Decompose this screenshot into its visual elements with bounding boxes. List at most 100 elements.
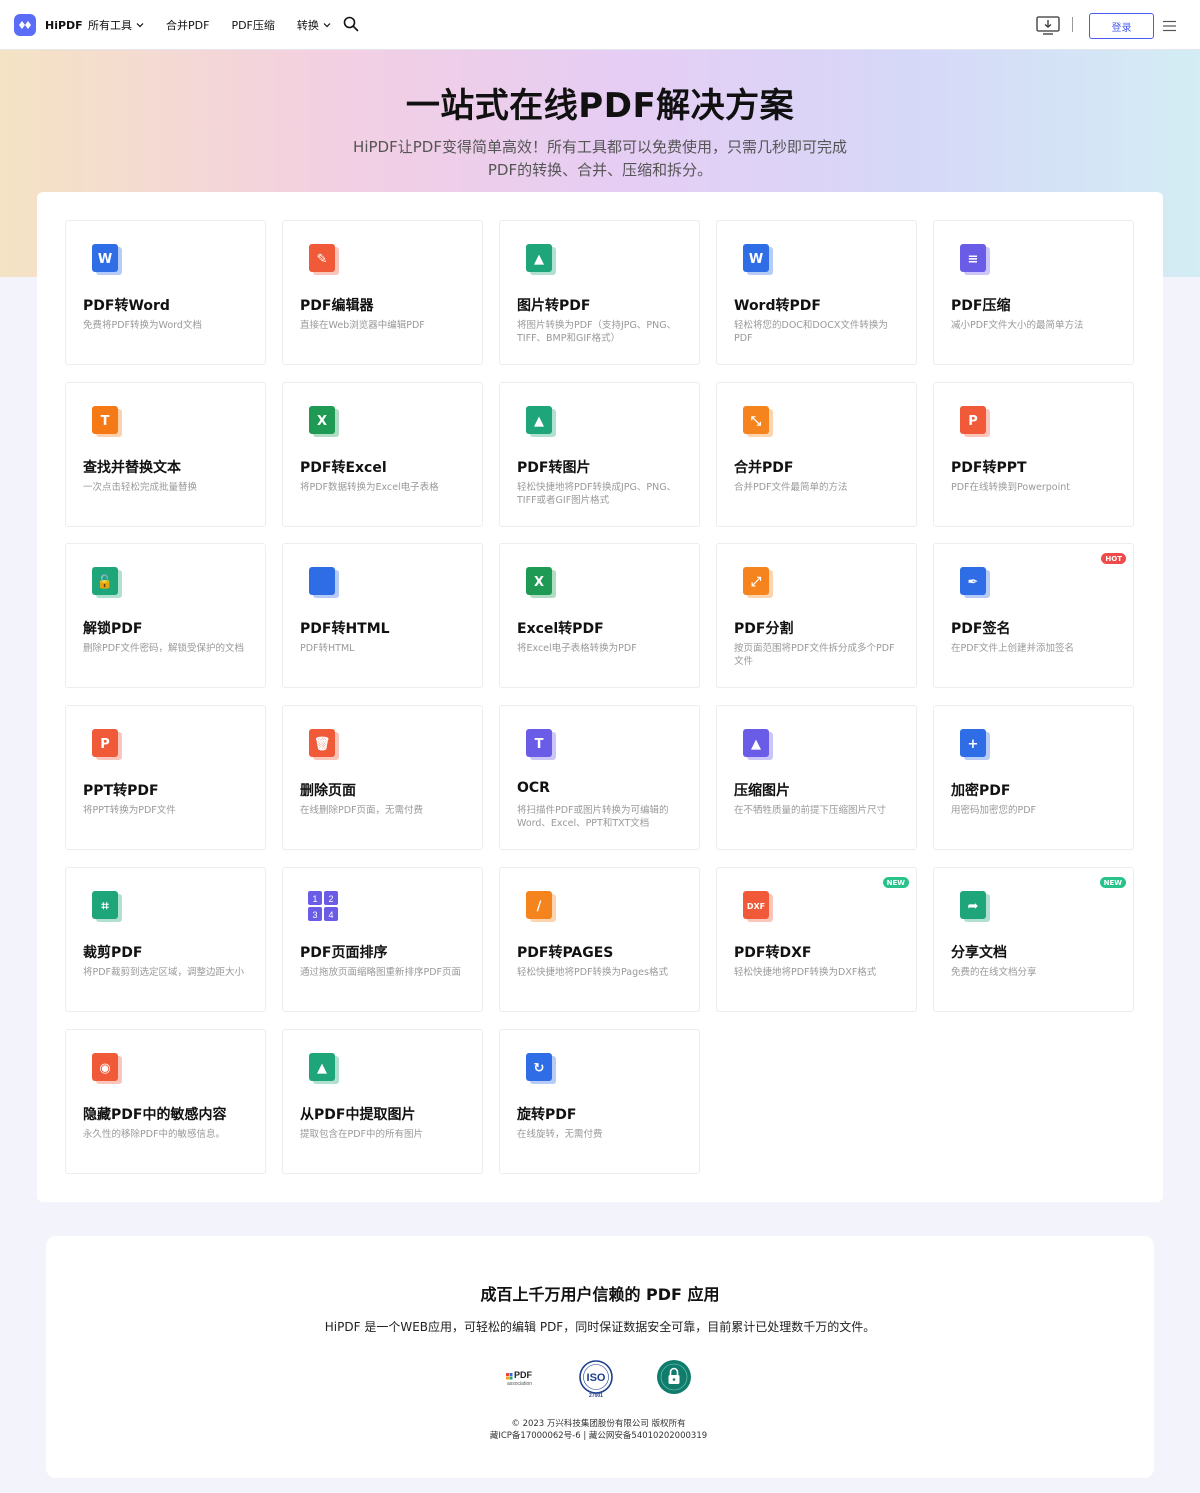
tool-card[interactable]: T OCR 将扫描件PDF或图片转换为可编辑的Word、Excel、PPT和TXT文… xyxy=(499,705,700,850)
tool-card[interactable]: ◉ 隐藏PDF中的敏感内容 永久性的移除PDF中的敏感信息。 xyxy=(65,1029,266,1174)
nav-item-label: 合并PDF xyxy=(166,19,210,32)
tool-description: 在PDF文件上创建并添加签名 xyxy=(951,643,1075,654)
delete-pages-icon: 🗑 xyxy=(305,726,341,762)
tool-card[interactable]: 🗑 删除页面在线删除PDF页面，无需付费 xyxy=(282,705,483,850)
tool-card[interactable]: ▲ 从PDF中提取图片 提取包含在PDF中的所有图片 xyxy=(282,1029,483,1174)
tool-title: Word转PDF xyxy=(734,298,821,314)
tool-card[interactable]: + 加密PDF 用密码加密您的PDF xyxy=(933,705,1134,850)
image-to-pdf-icon: ▲ xyxy=(522,241,558,277)
svg-text:P: P xyxy=(100,737,110,752)
hero-subtitle-line2: PDF的转换、合并、压缩和拆分。 xyxy=(487,161,713,179)
tool-description: 删除PDF文件密码，解锁受保护的文档 xyxy=(83,643,245,654)
hero-subtitle-line1: HiPDF让PDF变得简单高效！所有工具都可以免费使用，只需几秒即可完成 xyxy=(353,138,847,156)
tool-description: 一次点击轻松完成批量替换 xyxy=(83,482,198,493)
login-button[interactable]: 登录 xyxy=(1089,13,1154,39)
tool-card[interactable]: PDF转HTML PDF转HTML xyxy=(282,543,483,688)
unlock-pdf-icon: 🔓 xyxy=(88,564,124,600)
tool-card[interactable]: ➦ 分享文档 免费的在线文档分享 NEW xyxy=(933,867,1134,1012)
main-nav: 所有工具 合并PDF PDF压缩 转换 xyxy=(88,17,353,33)
tool-card[interactable]: W Word转PDF 轻松将您的DOC和DOCX文件转换为PDF xyxy=(716,220,917,365)
svg-text:↻: ↻ xyxy=(534,1061,545,1076)
tool-description: 将PPT转换为PDF文件 xyxy=(83,805,176,816)
new-badge: NEW xyxy=(1099,877,1126,888)
svg-text:X: X xyxy=(317,414,327,429)
nav-item-2[interactable]: PDF压缩 xyxy=(231,17,274,33)
svg-text:▲: ▲ xyxy=(751,737,761,752)
tool-description: 在不牺牲质量的前提下压缩图片尺寸 xyxy=(734,805,887,816)
split-pdf-icon: ⤢ xyxy=(739,564,775,600)
nav-item-label: PDF压缩 xyxy=(231,19,275,32)
tool-card[interactable]: ⌗ 裁剪PDF 将PDF裁剪到选定区域，调整边距大小 xyxy=(65,867,266,1012)
tool-title: 从PDF中提取图片 xyxy=(300,1107,416,1123)
tool-card[interactable]: ▲ PDF转图片 轻松快捷地将PDF转换成JPG、PNG、TIFF或者GIF图片格式 xyxy=(499,382,700,527)
nav-item-0[interactable]: 所有工具 xyxy=(88,17,144,33)
tool-title: PDF转HTML xyxy=(300,621,390,637)
tool-description: 将PDF数据转换为Excel电子表格 xyxy=(300,482,439,493)
extract-images-icon: ▲ xyxy=(305,1050,341,1086)
pdf-editor-icon: ✎ xyxy=(305,241,341,277)
security-seal-icon xyxy=(657,1360,691,1394)
tool-description: 将PDF裁剪到选定区域，调整边距大小 xyxy=(83,967,245,978)
tool-card[interactable]: X Excel转PDF 将Excel电子表格转换为PDF xyxy=(499,543,700,688)
brand-logo[interactable]: HiPDF xyxy=(14,14,83,36)
desktop-download-icon[interactable] xyxy=(1036,16,1060,35)
tool-card[interactable]: W PDF转Word 免费将PDF转换为Word文档 xyxy=(65,220,266,365)
tool-title: PDF转PAGES xyxy=(517,945,614,961)
ocr-icon: T xyxy=(522,726,558,762)
tool-title: 裁剪PDF xyxy=(83,945,143,961)
tool-description: 合并PDF文件最简单的方法 xyxy=(734,482,848,493)
tool-card[interactable]: ⤢ PDF分割 按页面范围将PDF文件拆分成多个PDF文件 xyxy=(716,543,917,688)
tool-card[interactable]: ⤡ 合并PDF 合并PDF文件最简单的方法 xyxy=(716,382,917,527)
tool-card[interactable]: P PDF转PPT PDF在线转换到Powerpoint xyxy=(933,382,1134,527)
svg-text:3: 3 xyxy=(312,910,317,920)
tool-card[interactable]: 🔓 解锁PDF 删除PDF文件密码，解锁受保护的文档 xyxy=(65,543,266,688)
svg-text:▲: ▲ xyxy=(534,414,544,429)
tool-card[interactable]: X PDF转Excel 将PDF数据转换为Excel电子表格 xyxy=(282,382,483,527)
chevron-down-icon xyxy=(323,23,331,28)
tool-title: PDF页面排序 xyxy=(300,945,388,961)
tool-card[interactable]: ∕ PDF转PAGES 轻松快捷地将PDF转换为Pages格式 xyxy=(499,867,700,1012)
tool-description: 永久性的移除PDF中的敏感信息。 xyxy=(83,1129,226,1140)
svg-text:W: W xyxy=(749,252,763,267)
tool-title: 删除页面 xyxy=(300,783,356,799)
tool-card[interactable]: T 查找并替换文本 一次点击轻松完成批量替换 xyxy=(65,382,266,527)
tool-title: PDF签名 xyxy=(951,621,1011,637)
svg-text:✎: ✎ xyxy=(317,252,328,267)
tool-description: PDF在线转换到Powerpoint xyxy=(951,482,1070,493)
trust-section: 成百上千万用户信赖的 PDF 应用 HiPDF 是一个WEB应用，可轻松的编辑 … xyxy=(46,1236,1154,1478)
tool-card[interactable]: DXF PDF转DXF 轻松快捷地将PDF转换为DXF格式 NEW xyxy=(716,867,917,1012)
tool-description: 在线删除PDF页面，无需付费 xyxy=(300,805,424,816)
nav-item-3[interactable]: 转换 xyxy=(297,17,331,33)
nav-item-1[interactable]: 合并PDF xyxy=(166,17,209,33)
tool-card[interactable]: ▲ 图片转PDF 将图片转换为PDF（支持JPG、PNG、TIFF、BMP和GIF格… xyxy=(499,220,700,365)
svg-text:⌗: ⌗ xyxy=(100,899,109,914)
svg-text:≡: ≡ xyxy=(968,252,979,267)
tool-card[interactable]: ✎ PDF编辑器 直接在Web浏览器中编辑PDF xyxy=(282,220,483,365)
svg-text:🗑: 🗑 xyxy=(314,736,331,752)
tool-card[interactable]: P PPT转PDF 将PPT转换为PDF文件 xyxy=(65,705,266,850)
copyright-text: © 2023 万兴科技集团股份有限公司 版权所有 xyxy=(511,1419,686,1429)
svg-text:🔓: 🔓 xyxy=(97,574,113,590)
svg-text:⤡: ⤡ xyxy=(751,414,762,429)
svg-text:1: 1 xyxy=(312,894,317,904)
svg-text:◉: ◉ xyxy=(99,1061,110,1076)
tool-title: 加密PDF xyxy=(951,783,1011,799)
icp-text[interactable]: 藏ICP备17000062号-6 | 藏公网安备54010202000319 xyxy=(46,1430,1151,1442)
tool-card[interactable]: ✒ PDF签名 在PDF文件上创建并添加签名 HOT xyxy=(933,543,1134,688)
tool-description: 免费的在线文档分享 xyxy=(951,967,1037,978)
hamburger-menu-icon[interactable] xyxy=(1163,20,1176,32)
iso-27001-logo: ISO 27001 xyxy=(579,1360,613,1399)
pdf-assoc-text: PDF xyxy=(514,1370,533,1380)
svg-text:✒: ✒ xyxy=(968,575,979,590)
trust-description: HiPDF 是一个WEB应用，可轻松的编辑 PDF，同时保证数据安全可靠，目前累… xyxy=(324,1320,876,1334)
tool-card[interactable]: ≡ PDF压缩 减小PDF文件大小的最简单方法 xyxy=(933,220,1134,365)
tool-title: 分享文档 xyxy=(951,945,1007,961)
tool-card[interactable]: ▲ 压缩图片 在不牺牲质量的前提下压缩图片尺寸 xyxy=(716,705,917,850)
tool-description: 将扫描件PDF或图片转换为可编辑的Word、Excel、PPT和TXT文档 xyxy=(517,805,669,829)
tool-title: OCR xyxy=(517,780,550,796)
search-icon[interactable] xyxy=(343,16,359,32)
tool-card[interactable]: 1 2 3 4 PDF页面排序 通过拖放页面缩略图重新排序PDF页面 xyxy=(282,867,483,1012)
nav-item-label: 转换 xyxy=(296,19,319,32)
tool-card[interactable]: ↻ 旋转PDF 在线旋转，无需付费 xyxy=(499,1029,700,1174)
tool-description: 在线旋转，无需付费 xyxy=(517,1129,603,1140)
